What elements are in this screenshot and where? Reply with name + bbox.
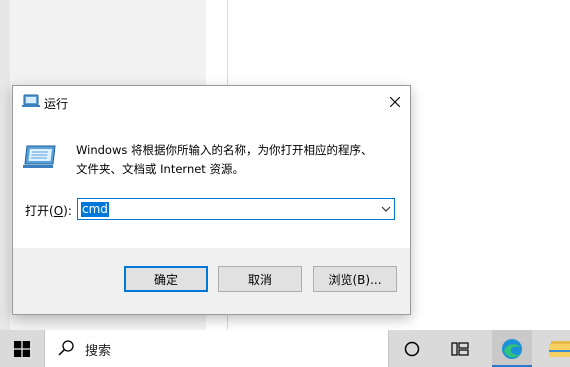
open-input-value[interactable]: cmd bbox=[81, 202, 109, 217]
dialog-footer: 确定 取消 浏览(B)... bbox=[13, 248, 410, 314]
close-button[interactable] bbox=[380, 86, 410, 118]
open-combobox[interactable]: cmd bbox=[77, 198, 395, 220]
dialog-title: 运行 bbox=[44, 97, 69, 111]
taskbar: 搜索 bbox=[0, 330, 570, 367]
open-label: 打开(O): bbox=[25, 202, 72, 219]
run-dialog: 运行 Windows 将根据你所输入的名称，为你打开相应的程序、 文件夹、文档或… bbox=[12, 85, 411, 315]
open-label-accelerator: O bbox=[53, 204, 64, 218]
task-view-icon bbox=[451, 341, 469, 356]
dialog-description: Windows 将根据你所输入的名称，为你打开相应的程序、 文件夹、文档或 In… bbox=[76, 141, 396, 179]
desktop-panel-left bbox=[0, 0, 10, 330]
taskbar-search-placeholder: 搜索 bbox=[85, 344, 112, 359]
run-app-icon bbox=[22, 94, 40, 107]
file-explorer-taskbar-button[interactable] bbox=[543, 330, 570, 367]
task-view-button[interactable] bbox=[440, 330, 480, 367]
run-icon bbox=[23, 145, 56, 168]
close-icon bbox=[390, 97, 400, 107]
ok-button[interactable]: 确定 bbox=[124, 266, 208, 292]
dialog-body: Windows 将根据你所输入的名称，为你打开相应的程序、 文件夹、文档或 In… bbox=[13, 118, 410, 248]
edge-icon bbox=[502, 338, 522, 359]
search-icon bbox=[58, 340, 74, 356]
cortana-button[interactable] bbox=[392, 330, 432, 367]
title-bar[interactable]: 运行 bbox=[13, 86, 410, 118]
windows-logo-icon bbox=[14, 340, 30, 357]
description-line-2: 文件夹、文档或 Internet 资源。 bbox=[76, 162, 244, 176]
cancel-button[interactable]: 取消 bbox=[218, 266, 302, 292]
folder-icon bbox=[549, 341, 570, 357]
taskbar-search-box[interactable]: 搜索 bbox=[44, 330, 389, 367]
open-label-suffix: ): bbox=[63, 204, 72, 218]
cortana-icon bbox=[404, 341, 420, 356]
browse-button[interactable]: 浏览(B)... bbox=[313, 266, 397, 292]
chevron-down-icon[interactable] bbox=[381, 204, 391, 214]
start-button[interactable] bbox=[0, 330, 44, 367]
description-line-1: Windows 将根据你所输入的名称，为你打开相应的程序、 bbox=[76, 143, 373, 157]
open-label-prefix: 打开( bbox=[25, 204, 54, 218]
edge-taskbar-button[interactable] bbox=[492, 330, 532, 367]
